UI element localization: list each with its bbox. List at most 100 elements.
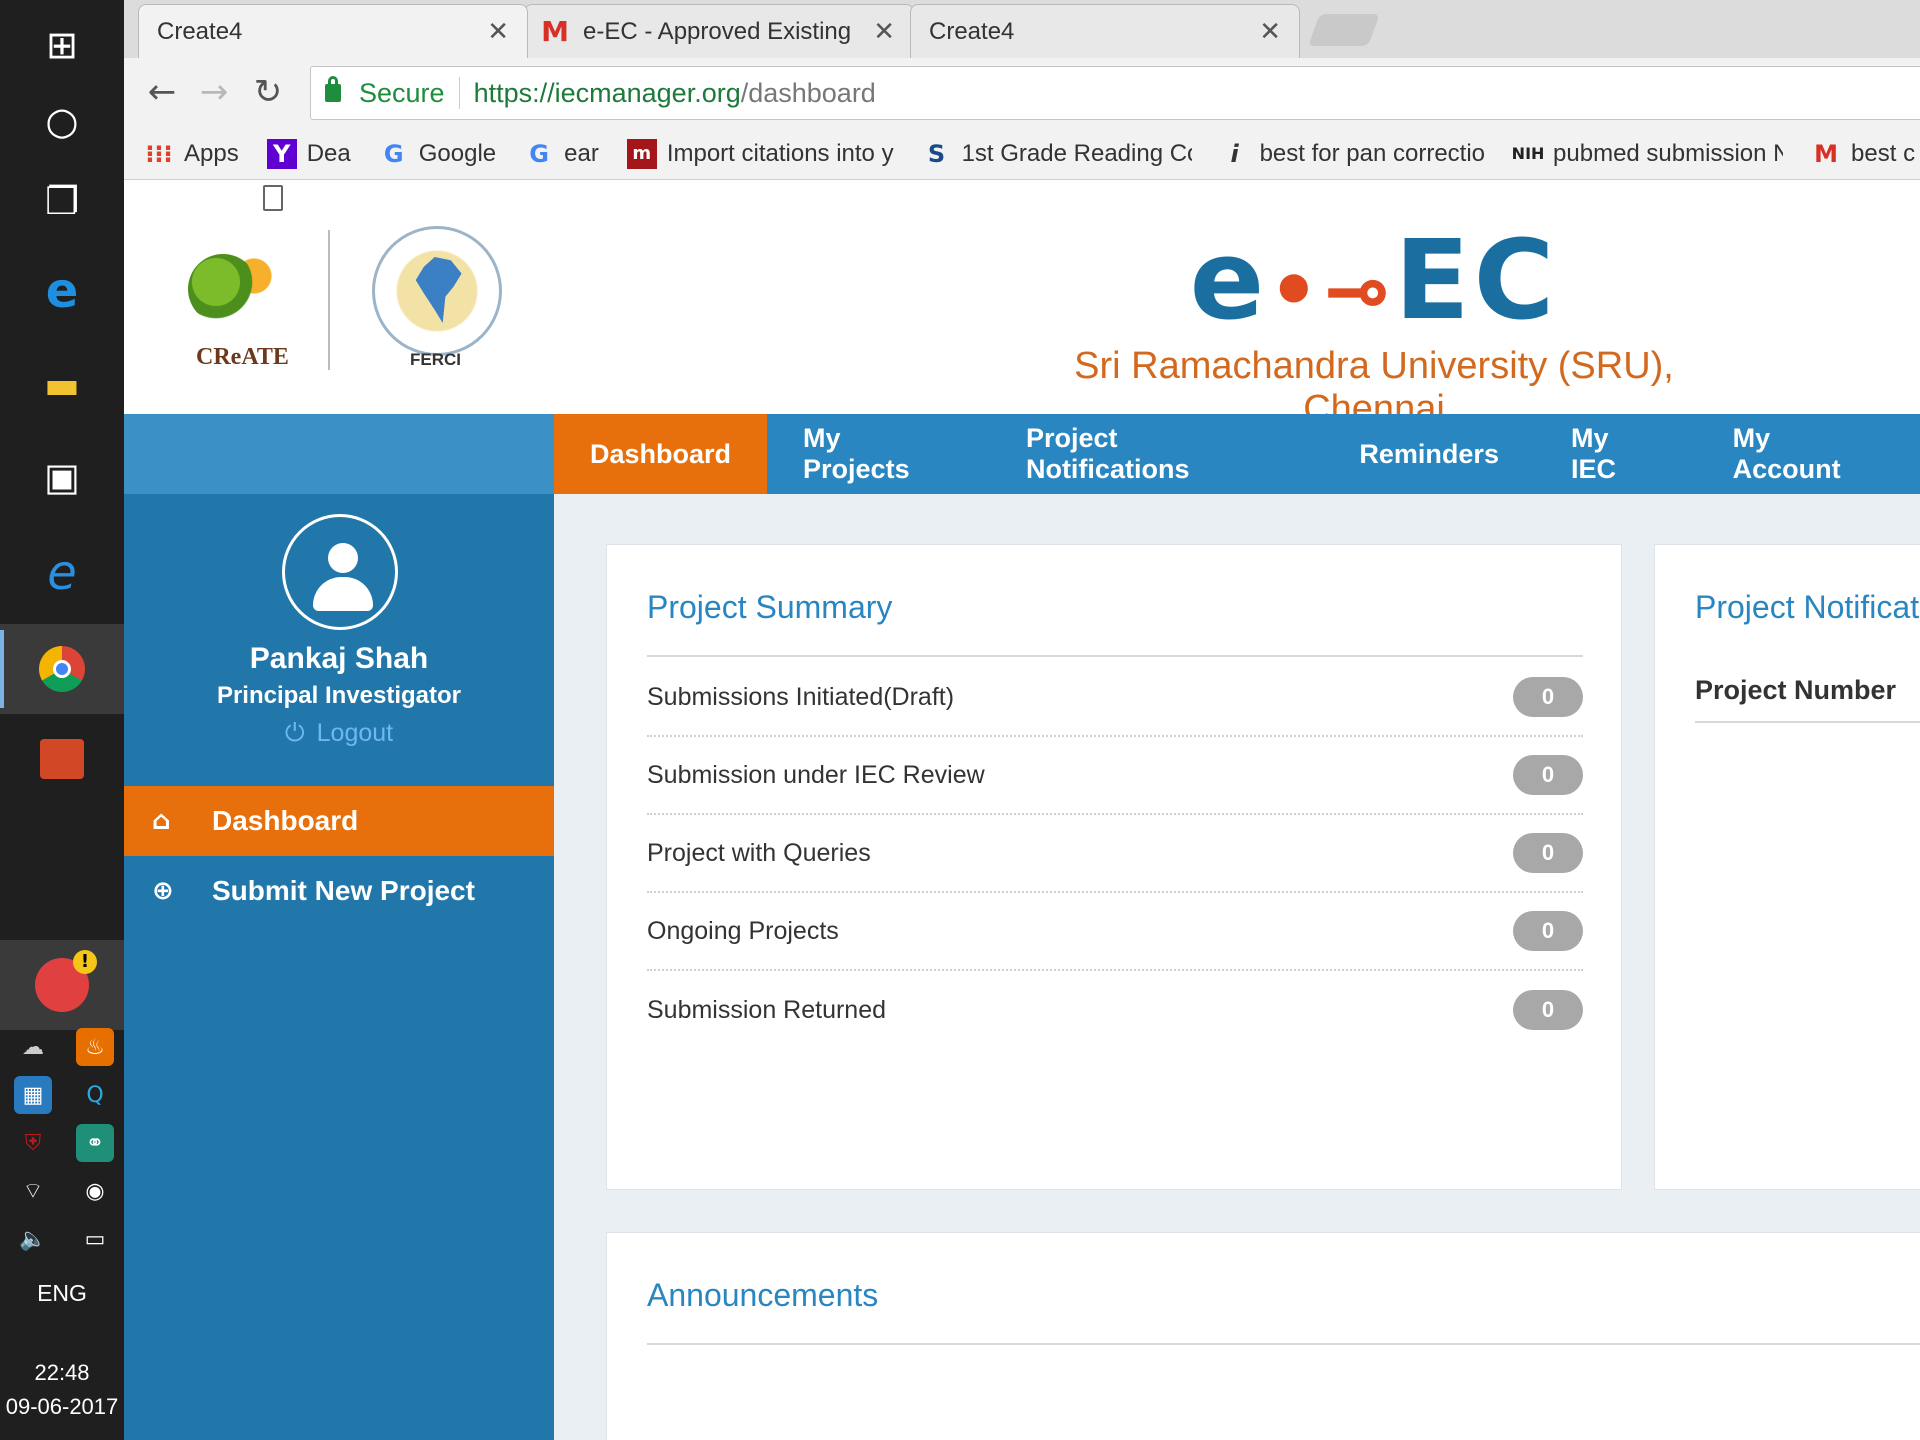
nav-project-notifications[interactable]: Project Notifications <box>990 414 1323 494</box>
web-page: CReATE FERCI e•⊸EC Sri Ramachandra Unive… <box>124 180 1920 1440</box>
s-logo-icon: S <box>927 139 946 168</box>
eec-brand[interactable]: e•⊸EC Sri Ramachandra University (SRU), … <box>1024 220 1724 431</box>
powerpoint-icon[interactable] <box>0 714 124 804</box>
system-clock[interactable]: 22:48 09-06-2017 <box>0 1356 124 1424</box>
create-logo[interactable]: CReATE <box>174 236 304 376</box>
card-divider <box>647 1343 1920 1345</box>
notification-app-icon[interactable]: ! <box>0 940 124 1030</box>
logout-link[interactable]: ⏻ Logout <box>124 718 554 748</box>
india-map-icon <box>415 257 462 323</box>
edge-icon[interactable]: e <box>0 246 124 336</box>
file-explorer-icon[interactable]: ▬ <box>0 340 124 430</box>
count-badge: 0 <box>1513 911 1583 951</box>
tray-row-2: ▦ Q <box>14 1076 114 1114</box>
bookmark-best[interactable]: M best c <box>1811 139 1915 169</box>
summary-row-label: Submission Returned <box>647 995 887 1024</box>
bookmark-import-citations[interactable]: m Import citations into y <box>626 138 894 169</box>
bookmark-pan-correction[interactable]: i best for pan correctio <box>1220 139 1485 169</box>
project-number-header: Project Number <box>1695 675 1897 705</box>
bookmark-label: Dea <box>306 139 351 167</box>
volume-icon[interactable]: 🔈 <box>14 1220 52 1258</box>
bookmark-apps[interactable]: ⁝⁝⁝ Apps <box>144 139 238 169</box>
announcements-title: Announcements <box>647 1277 879 1313</box>
close-tab-icon[interactable]: ✕ <box>1259 17 1281 47</box>
task-view-icon[interactable]: ❐ <box>0 156 124 246</box>
java-icon[interactable]: ♨ <box>76 1028 114 1066</box>
bookmark-label: pubmed submission N <box>1553 139 1784 167</box>
search-tool-icon[interactable]: Q <box>76 1076 114 1114</box>
summary-row-queries[interactable]: Project with Queries 0 <box>647 815 1583 893</box>
webcam-icon[interactable]: ◉ <box>76 1172 114 1210</box>
clock-time: 22:48 <box>34 1360 90 1385</box>
internet-explorer-icon[interactable]: e <box>0 528 124 618</box>
sidebar-item-submit-new-project[interactable]: ⊕ Submit New Project <box>124 856 554 926</box>
nav-my-account[interactable]: My Account <box>1697 414 1920 494</box>
summary-row-draft[interactable]: Submissions Initiated(Draft) 0 <box>647 659 1583 737</box>
sidebar-item-dashboard[interactable]: ⌂ Dashboard <box>124 786 554 856</box>
bookmark-label: Google <box>418 139 497 167</box>
input-language[interactable]: ENG <box>0 1280 124 1307</box>
summary-row-ongoing[interactable]: Ongoing Projects 0 <box>647 893 1583 971</box>
tab-create4-active[interactable]: Create4 ✕ <box>138 4 528 211</box>
display-icon[interactable]: ▭ <box>76 1220 114 1258</box>
eec-logo-ec: EC <box>1394 216 1559 344</box>
plus-circle-icon: ⊕ <box>152 876 174 906</box>
bookmark-dea[interactable]: Y Dea <box>266 138 351 169</box>
mcafee-icon[interactable]: ⛨ <box>14 1124 52 1162</box>
avatar-body <box>313 577 373 611</box>
google-icon: G <box>383 139 404 168</box>
site-header: CReATE FERCI e•⊸EC Sri Ramachandra Unive… <box>124 180 1920 430</box>
reload-icon[interactable]: ↻ <box>248 72 288 112</box>
store-icon[interactable]: ▣ <box>0 432 124 522</box>
close-tab-icon[interactable]: ✕ <box>487 17 509 47</box>
bookmark-label: Import citations into y <box>666 139 894 167</box>
summary-row-under-review[interactable]: Submission under IEC Review 0 <box>647 737 1583 815</box>
summary-row-returned[interactable]: Submission Returned 0 <box>647 971 1583 1049</box>
tab-create4[interactable]: Create4 ✕ <box>910 4 1300 211</box>
user-avatar-icon <box>282 514 398 630</box>
address-bar[interactable]: Secure https://iecmanager.org /dashboard <box>310 66 1920 120</box>
secure-label[interactable]: Secure <box>359 78 445 109</box>
topnav-spacer <box>124 414 554 494</box>
summary-row-label: Ongoing Projects <box>647 916 839 945</box>
forward-arrow-icon[interactable]: → <box>194 72 234 112</box>
bookmark-ear[interactable]: G ear <box>524 139 599 169</box>
nav-reminders[interactable]: Reminders <box>1323 414 1535 494</box>
mendeley-icon: m <box>626 138 657 169</box>
wifi-icon[interactable]: ⌔ <box>14 1172 52 1210</box>
create-logo-label: CReATE <box>196 344 289 370</box>
bookmark-pubmed[interactable]: NIH pubmed submission N <box>1512 139 1784 169</box>
ferci-logo[interactable] <box>372 226 502 356</box>
network-monitor-icon[interactable]: ▦ <box>14 1076 52 1114</box>
bookmarks-bar: ⁝⁝⁝ Apps Y Dea G Google G ear m Import c… <box>124 128 1920 180</box>
lock-icon[interactable] <box>325 76 341 102</box>
count-badge: 0 <box>1513 755 1583 795</box>
cortana-icon[interactable]: ○ <box>0 76 124 166</box>
summary-row-label: Submission under IEC Review <box>647 760 985 789</box>
announcements-card: Announcements <box>606 1232 1920 1440</box>
main-content: Project Summary Submissions Initiated(Dr… <box>554 494 1920 1440</box>
windows-taskbar: ⊞ ○ ❐ e ▬ ▣ e ! ☁ ♨ ▦ Q ⛨ ⚭ ⌔ ◉ 🔈 ▭ ENG … <box>0 0 124 1440</box>
chrome-icon[interactable] <box>0 624 124 714</box>
sidebar: Pankaj Shah Principal Investigator ⏻ Logo… <box>124 494 554 1440</box>
tray-row-3: ⛨ ⚭ <box>14 1124 114 1162</box>
nav-my-projects[interactable]: My Projects <box>767 414 990 494</box>
onedrive-icon[interactable]: ☁ <box>14 1028 52 1066</box>
back-arrow-icon[interactable]: ← <box>142 72 182 112</box>
url-host[interactable]: https://iecmanager.org <box>474 78 741 109</box>
url-path[interactable]: /dashboard <box>741 78 876 109</box>
browser-chrome: Create4 ✕ M e-EC - Approved Existing ✕ C… <box>124 0 1920 211</box>
close-tab-icon[interactable]: ✕ <box>873 17 895 47</box>
project-notifications-card: Project Notificatio Project Number <box>1654 544 1920 1190</box>
bookmark-google[interactable]: G Google <box>379 139 496 169</box>
summary-row-label: Project with Queries <box>647 838 871 867</box>
new-tab-button[interactable] <box>1308 14 1380 46</box>
tree-icon <box>188 254 258 324</box>
nav-my-iec[interactable]: My IEC <box>1535 414 1697 494</box>
bookmark-1st-grade-reading[interactable]: S 1st Grade Reading Co <box>922 139 1192 169</box>
bike-app-icon[interactable]: ⚭ <box>76 1124 114 1162</box>
nav-dashboard[interactable]: Dashboard <box>554 414 768 494</box>
tab-eec-approved[interactable]: M e-EC - Approved Existing ✕ <box>524 4 914 58</box>
tab-strip: Create4 ✕ M e-EC - Approved Existing ✕ C… <box>124 0 1920 211</box>
logo-divider <box>328 230 330 370</box>
